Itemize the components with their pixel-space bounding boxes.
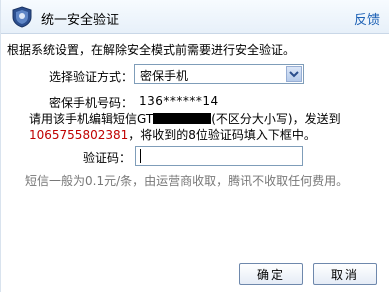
verification-method-value: 密保手机 bbox=[140, 69, 189, 83]
verification-code-label: 验证码： bbox=[83, 151, 132, 165]
redacted-code-mask bbox=[153, 113, 212, 124]
dialog-title: 统一安全验证 bbox=[41, 13, 120, 28]
sms-code-prefix: GT bbox=[137, 112, 154, 126]
cancel-button[interactable]: 取消 bbox=[313, 263, 377, 285]
instruction-text-end: ，将收到的8位验证码填入下框中。 bbox=[128, 128, 316, 142]
title-bar: 统一安全验证 反馈 bbox=[1, 0, 389, 34]
fee-note: 短信一般为0.1元/条，由运营商收取，腾讯不收取任何费用。 bbox=[25, 174, 349, 188]
text-cursor bbox=[140, 149, 141, 163]
instruction-text-start: 请用该手机编辑短信 bbox=[29, 112, 138, 126]
instruction-text-case: (不区分大小写)，发送到 bbox=[211, 112, 341, 126]
feedback-link[interactable]: 反馈 bbox=[354, 9, 380, 28]
security-verification-dialog: 统一安全验证 反馈 根据系统设置，在解除安全模式前需要进行安全验证。 选择验证方… bbox=[0, 0, 389, 292]
phone-number-label: 密保手机号码： bbox=[49, 96, 134, 110]
verification-method-label: 选择验证方式： bbox=[49, 70, 134, 84]
sms-target-number: 1065755802381 bbox=[29, 128, 129, 142]
phone-number-value: 136******14 bbox=[139, 94, 219, 108]
verification-method-select[interactable]: 密保手机 bbox=[134, 64, 304, 84]
shield-icon bbox=[11, 6, 33, 28]
confirm-button[interactable]: 确定 bbox=[239, 263, 303, 285]
verification-code-input[interactable] bbox=[135, 146, 303, 166]
intro-text: 根据系统设置，在解除安全模式前需要进行安全验证。 bbox=[7, 43, 296, 57]
sms-instruction: 请用该手机编辑短信GT (不区分大小写)，发送到 1065755802381，将收到… bbox=[29, 111, 389, 143]
chevron-down-icon[interactable] bbox=[286, 66, 302, 82]
